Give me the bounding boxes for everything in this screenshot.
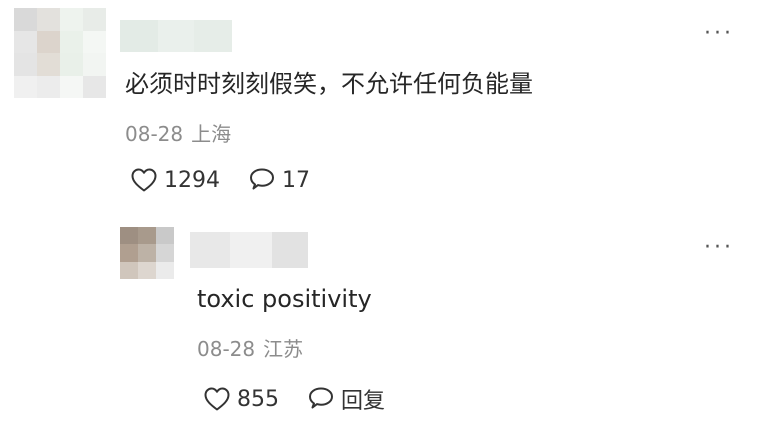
comment-location: 上海 (191, 122, 232, 146)
reply-meta: 08-28 江苏 (197, 336, 303, 362)
reply-reply-button[interactable]: 回复 (307, 383, 385, 415)
comment-more-button[interactable]: ··· (704, 21, 734, 46)
replier-username[interactable] (190, 232, 308, 268)
reply-date: 08-28 (197, 337, 256, 361)
reply-like-button[interactable]: 855 (203, 386, 279, 412)
ellipsis-icon: ··· (704, 235, 734, 260)
reply-reply-label: 回复 (341, 389, 386, 414)
comment-reply-button[interactable]: 17 (248, 167, 310, 193)
reply-actions: 855 回复 (203, 383, 385, 415)
comment-like-count: 1294 (164, 167, 220, 193)
reply-location: 江苏 (263, 337, 304, 361)
commenter-username[interactable] (120, 20, 232, 52)
speech-bubble-icon (250, 168, 274, 190)
ellipsis-icon: ··· (704, 21, 734, 46)
reply-more-button[interactable]: ··· (704, 235, 734, 260)
replier-avatar[interactable] (120, 227, 174, 279)
comment-actions: 1294 17 (130, 167, 310, 193)
commenter-avatar[interactable] (14, 8, 106, 98)
comment-text: 必须时时刻刻假笑，不允许任何负能量 (125, 70, 533, 98)
reply-text: toxic positivity (197, 285, 372, 313)
heart-outline-icon (131, 168, 157, 192)
comment-like-button[interactable]: 1294 (130, 167, 220, 193)
speech-bubble-icon (309, 387, 333, 409)
reply-like-count: 855 (237, 386, 279, 412)
comment-date: 08-28 (125, 122, 184, 146)
heart-outline-icon (204, 387, 230, 411)
comment-reply-count: 17 (282, 167, 310, 193)
comment-meta: 08-28 上海 (125, 121, 231, 147)
